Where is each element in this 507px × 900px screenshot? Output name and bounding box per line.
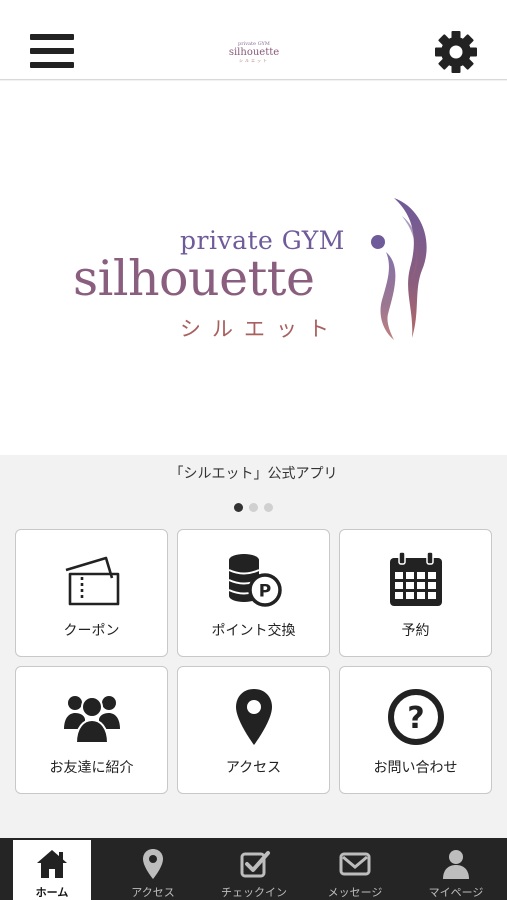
menu-tile-label: お友達に紹介 — [49, 760, 134, 776]
logo-katakana: シルエット — [180, 317, 340, 341]
header-logo: private GYM silhouette シルエット — [224, 41, 284, 63]
svg-text:P: P — [259, 582, 271, 602]
silhouette-figure-logo — [371, 198, 427, 340]
menu-tile-coupon[interactable]: クーポン — [15, 529, 168, 657]
slider-dot-2[interactable] — [249, 503, 258, 512]
tab-access[interactable]: アクセス — [103, 840, 203, 900]
menu-tile-label: お問い合わせ — [373, 760, 458, 776]
bottom-tab-bar: ホーム アクセス チェックイン メッセージ マイページ — [0, 838, 507, 900]
question-circle-icon: ? — [388, 689, 444, 745]
tab-message[interactable]: メッセージ — [305, 840, 405, 900]
header-logo-sub: シルエット — [239, 58, 269, 63]
coin-stack-icon: P — [228, 554, 282, 607]
menu-tile-access[interactable]: アクセス — [177, 666, 330, 794]
logo-silhouette: silhouette — [73, 250, 315, 307]
hamburger-menu-icon[interactable] — [30, 34, 74, 70]
menu-tile-label: アクセス — [225, 760, 282, 776]
group-icon — [64, 696, 120, 744]
gear-icon[interactable] — [434, 30, 478, 74]
menu-tile-label: ポイント交換 — [211, 623, 296, 639]
menu-tile-label: 予約 — [401, 623, 430, 639]
envelope-icon — [339, 852, 371, 876]
tab-label: アクセス — [131, 886, 175, 899]
person-icon — [443, 850, 469, 879]
menu-tile-points[interactable]: P ポイント交換 — [177, 529, 330, 657]
svg-text:?: ? — [407, 701, 424, 736]
top-bar: private GYM silhouette シルエット — [0, 0, 507, 80]
menu-tile-refer-friend[interactable]: お友達に紹介 — [15, 666, 168, 794]
tab-checkin[interactable]: チェックイン — [204, 840, 304, 900]
tab-label: マイページ — [428, 886, 484, 899]
slider-dot-3[interactable] — [264, 503, 273, 512]
tab-home[interactable]: ホーム — [13, 840, 91, 900]
tab-label: チェックイン — [221, 886, 287, 899]
ticket-icon — [65, 556, 120, 606]
menu-tile-label: クーポン — [63, 623, 120, 639]
menu-tile-reservation[interactable]: 予約 — [339, 529, 492, 657]
menu-tile-contact[interactable]: ? お問い合わせ — [339, 666, 492, 794]
slider-area: 「シルエット」公式アプリ — [0, 455, 507, 515]
slider-caption: 「シルエット」公式アプリ — [169, 466, 338, 482]
map-pin-icon — [143, 849, 163, 879]
header-logo-main: silhouette — [228, 47, 280, 58]
tab-mypage[interactable]: マイページ — [406, 840, 506, 900]
checkbox-icon — [240, 851, 270, 878]
tab-label: メッセージ — [327, 886, 383, 899]
home-icon — [37, 850, 67, 878]
slider-dots — [0, 497, 507, 516]
map-pin-icon — [236, 689, 272, 745]
tab-label: ホーム — [35, 886, 69, 899]
calendar-icon — [390, 551, 442, 606]
slider-dot-1[interactable] — [234, 503, 243, 512]
